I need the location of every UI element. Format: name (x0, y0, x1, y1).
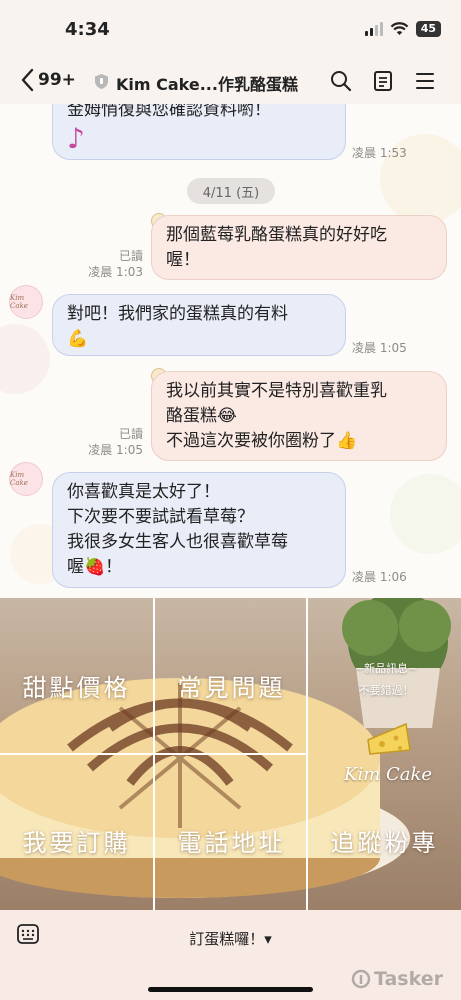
message-bubble-incoming[interactable]: 金姆悄復與您確認資料喲！ ♪ (52, 104, 346, 160)
watermark: Tasker (351, 968, 443, 990)
cheese-icon (367, 722, 411, 755)
avatar[interactable]: Kim Cake (9, 285, 43, 319)
message-time: 凌晨 1:53 (352, 146, 407, 160)
message-line: 下次要不要試試看草莓？ (67, 507, 254, 527)
message-line: 我以前其實不是特別喜歡重乳 (166, 381, 387, 401)
unread-count: 99+ (38, 70, 76, 90)
message-line: 喔！ (166, 250, 200, 270)
menu-icon[interactable] (415, 70, 435, 92)
back-button[interactable]: 99+ (20, 68, 76, 92)
watermark-text: Tasker (373, 968, 443, 990)
message-line: 那個藍莓乳酪蛋糕真的好好吃 (166, 225, 387, 245)
date-chip: 4/11 (五) (187, 178, 275, 204)
promo-text: ~新品訊息~ 不要錯過！ (326, 658, 446, 702)
menu-item-phone-address[interactable]: 電話地址 (155, 763, 308, 910)
chat-header: 99+ Kim Cake...作乳酪蛋糕 (0, 60, 461, 104)
message-bubble-outgoing[interactable]: 我以前其實不是特別喜歡重乳 酪蛋糕😂 不過這次要被你圈粉了👍 (151, 371, 447, 461)
promo-line: ~新品訊息~ (354, 662, 418, 675)
message-line: 💪 (67, 329, 89, 349)
message-text: 金姆悄復與您確認資料喲！ (67, 104, 271, 120)
battery-indicator: 45 (415, 21, 441, 37)
message-line: 不過這次要被你圈粉了👍 (166, 431, 358, 451)
status-bar: 4:34 45 (0, 0, 461, 60)
avatar-label: Kim Cake (10, 294, 28, 310)
message-bubble-incoming[interactable]: 你喜歡真是太好了！ 下次要不要試試看草莓？ 我很多女生客人也很喜歡草莓 喔🍓！ (52, 472, 346, 588)
menu-item-faq[interactable]: 常見問題 (155, 608, 308, 763)
message-time: 凌晨 1:05 (352, 341, 407, 355)
music-note-sticker: ♪ (67, 122, 85, 155)
tasker-logo-icon (351, 969, 371, 989)
cellular-signal-icon (364, 22, 383, 36)
home-indicator[interactable] (148, 987, 313, 992)
chat-area[interactable]: 金姆悄復與您確認資料喲！ ♪ 凌晨 1:53 4/11 (五) 那個藍莓乳酪蛋糕… (0, 104, 461, 598)
rich-menu-toggle[interactable]: 訂蛋糕囉！▾ (0, 928, 461, 949)
menu-item-order[interactable]: 我要訂購 (0, 763, 153, 910)
menu-item-label: 甜點價格 (22, 674, 131, 702)
menu-item-label: 電話地址 (177, 829, 286, 857)
notes-icon[interactable] (373, 70, 393, 92)
avatar-label: Kim Cake (10, 471, 28, 487)
chat-title[interactable]: Kim Cake...作乳酪蛋糕 (116, 71, 312, 95)
chevron-left-icon (21, 68, 34, 92)
message-time: 凌晨 1:05 (88, 443, 143, 457)
message-line: 對吧！我們家的蛋糕真的有料 (67, 304, 288, 324)
background-decoration (390, 474, 461, 554)
menu-item-label: 常見問題 (177, 674, 286, 702)
wifi-icon (390, 22, 409, 35)
background-decoration (0, 324, 50, 394)
rich-menu: 甜點價格 常見問題 ~新品訊息~ 不要錯過！ Kim Cake 我要訂購 電話地… (0, 598, 461, 910)
message-line: 酪蛋糕😂 (166, 406, 237, 426)
message-line: 我很多女生客人也很喜歡草莓 (67, 532, 288, 552)
menu-item-label: 追蹤粉專 (330, 829, 439, 857)
message-time: 凌晨 1:03 (88, 265, 143, 279)
bottom-bar: 訂蛋糕囉！▾ Tasker (0, 910, 461, 1000)
message-line: 你喜歡真是太好了！ (67, 482, 220, 502)
read-receipt: 已讀 (118, 427, 143, 441)
menu-item-dessert-prices[interactable]: 甜點價格 (0, 608, 153, 763)
message-line: 喔🍓！ (67, 557, 123, 577)
status-time: 4:34 (65, 19, 110, 40)
message-time: 凌晨 1:06 (352, 570, 407, 584)
message-bubble-incoming[interactable]: 對吧！我們家的蛋糕真的有料 💪 (52, 294, 346, 356)
status-icons: 45 (364, 21, 441, 37)
message-bubble-outgoing[interactable]: 那個藍莓乳酪蛋糕真的好好吃 喔！ (151, 215, 447, 280)
search-icon[interactable] (330, 70, 352, 92)
menu-item-label: 我要訂購 (22, 829, 131, 857)
promo-line: 不要錯過！ (358, 684, 414, 697)
read-receipt: 已讀 (118, 249, 143, 263)
shield-icon (95, 74, 108, 89)
menu-item-follow-page[interactable]: 追蹤粉專 (308, 763, 461, 910)
avatar[interactable]: Kim Cake (9, 462, 43, 496)
